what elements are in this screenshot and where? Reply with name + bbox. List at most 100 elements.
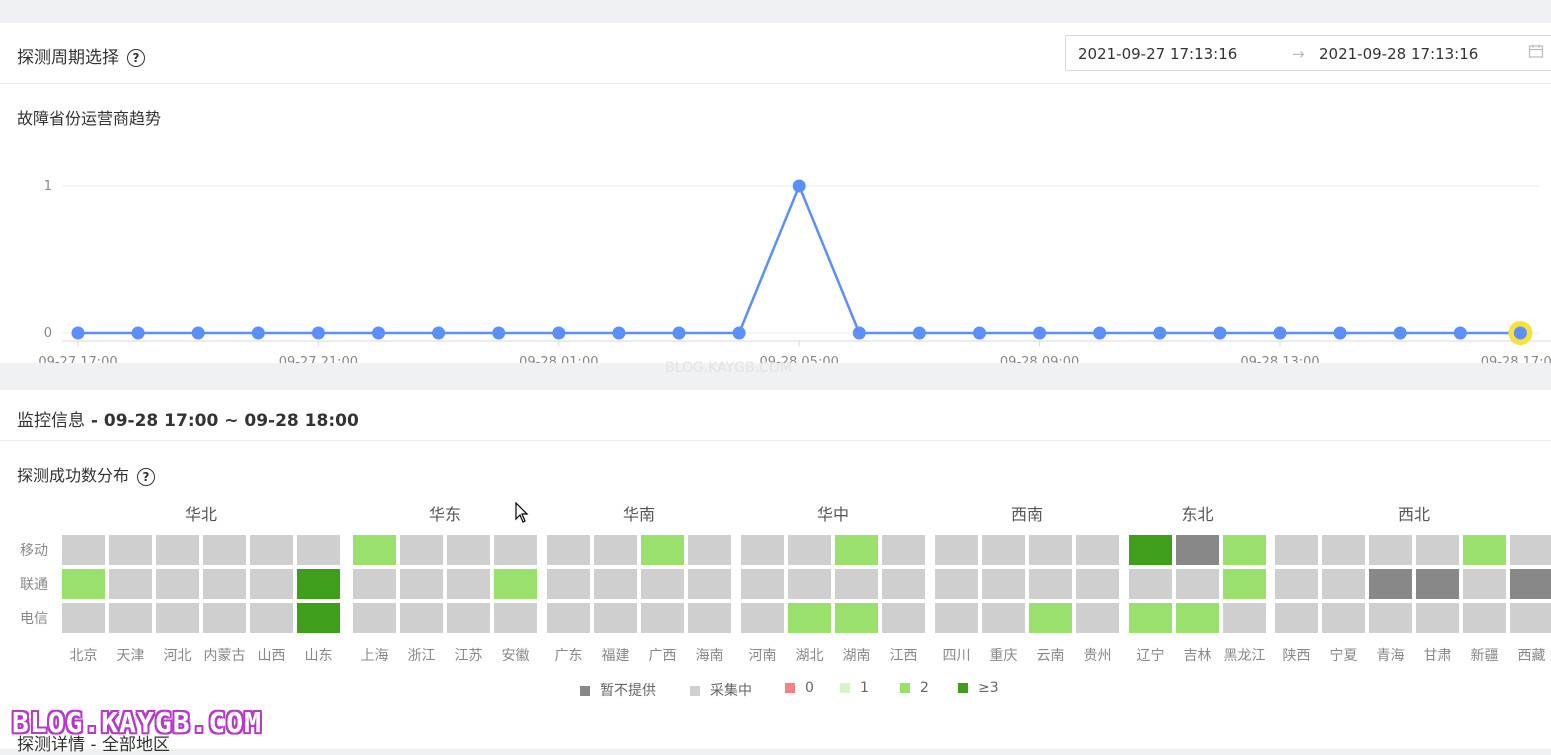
grid-cell[interactable] bbox=[62, 535, 105, 565]
grid-cell[interactable] bbox=[882, 535, 925, 565]
grid-cell[interactable] bbox=[641, 603, 684, 633]
grid-cell[interactable] bbox=[835, 603, 878, 633]
grid-cell[interactable] bbox=[835, 569, 878, 599]
grid-cell[interactable] bbox=[688, 569, 731, 599]
grid-cell[interactable] bbox=[688, 535, 731, 565]
legend-item[interactable]: 2 bbox=[900, 680, 929, 696]
grid-cell[interactable] bbox=[156, 603, 199, 633]
grid-cell[interactable] bbox=[400, 569, 443, 599]
data-point[interactable] bbox=[1454, 327, 1467, 340]
grid-cell[interactable] bbox=[1223, 603, 1266, 633]
data-point[interactable] bbox=[1093, 327, 1106, 340]
grid-cell[interactable] bbox=[788, 535, 831, 565]
grid-cell[interactable] bbox=[1416, 569, 1459, 599]
data-point[interactable] bbox=[252, 327, 265, 340]
data-point[interactable] bbox=[312, 327, 325, 340]
grid-cell[interactable] bbox=[1223, 569, 1266, 599]
data-point[interactable] bbox=[1153, 327, 1166, 340]
grid-cell[interactable] bbox=[1416, 603, 1459, 633]
grid-cell[interactable] bbox=[156, 535, 199, 565]
grid-cell[interactable] bbox=[400, 535, 443, 565]
grid-cell[interactable] bbox=[547, 569, 590, 599]
grid-cell[interactable] bbox=[741, 569, 784, 599]
grid-cell[interactable] bbox=[788, 569, 831, 599]
grid-cell[interactable] bbox=[882, 603, 925, 633]
data-point[interactable] bbox=[492, 327, 505, 340]
grid-cell[interactable] bbox=[1129, 535, 1172, 565]
grid-cell[interactable] bbox=[741, 535, 784, 565]
date-range-picker[interactable]: 2021-09-27 17:13:16 → 2021-09-28 17:13:1… bbox=[1065, 35, 1551, 71]
grid-cell[interactable] bbox=[741, 603, 784, 633]
data-point[interactable] bbox=[72, 327, 85, 340]
grid-cell[interactable] bbox=[935, 569, 978, 599]
data-point[interactable] bbox=[913, 327, 926, 340]
legend-item[interactable]: 采集中 bbox=[690, 680, 752, 700]
data-point[interactable] bbox=[1514, 327, 1527, 340]
data-point[interactable] bbox=[432, 327, 445, 340]
grid-cell[interactable] bbox=[594, 603, 637, 633]
data-point[interactable] bbox=[1033, 327, 1046, 340]
help-icon[interactable]: ? bbox=[127, 49, 145, 67]
grid-cell[interactable] bbox=[447, 535, 490, 565]
grid-cell[interactable] bbox=[62, 569, 105, 599]
data-point[interactable] bbox=[132, 327, 145, 340]
grid-cell[interactable] bbox=[1176, 569, 1219, 599]
data-point[interactable] bbox=[1274, 327, 1287, 340]
data-point[interactable] bbox=[552, 327, 565, 340]
grid-cell[interactable] bbox=[1322, 535, 1365, 565]
grid-cell[interactable] bbox=[1076, 603, 1119, 633]
grid-cell[interactable] bbox=[1076, 535, 1119, 565]
grid-cell[interactable] bbox=[1322, 569, 1365, 599]
data-point[interactable] bbox=[1334, 327, 1347, 340]
grid-cell[interactable] bbox=[1029, 535, 1072, 565]
grid-cell[interactable] bbox=[250, 603, 293, 633]
grid-cell[interactable] bbox=[1176, 535, 1219, 565]
grid-cell[interactable] bbox=[109, 603, 152, 633]
grid-cell[interactable] bbox=[935, 535, 978, 565]
grid-cell[interactable] bbox=[297, 535, 340, 565]
grid-cell[interactable] bbox=[1275, 535, 1318, 565]
grid-cell[interactable] bbox=[1076, 569, 1119, 599]
grid-cell[interactable] bbox=[203, 569, 246, 599]
grid-cell[interactable] bbox=[1510, 535, 1551, 565]
grid-cell[interactable] bbox=[494, 603, 537, 633]
data-point[interactable] bbox=[372, 327, 385, 340]
calendar-icon[interactable] bbox=[1528, 43, 1544, 63]
grid-cell[interactable] bbox=[1029, 603, 1072, 633]
grid-cell[interactable] bbox=[688, 603, 731, 633]
grid-cell[interactable] bbox=[1510, 603, 1551, 633]
legend-item[interactable]: 0 bbox=[785, 680, 814, 696]
grid-cell[interactable] bbox=[353, 603, 396, 633]
grid-cell[interactable] bbox=[835, 535, 878, 565]
grid-cell[interactable] bbox=[547, 603, 590, 633]
grid-cell[interactable] bbox=[1129, 603, 1172, 633]
grid-cell[interactable] bbox=[203, 535, 246, 565]
grid-cell[interactable] bbox=[1369, 535, 1412, 565]
grid-cell[interactable] bbox=[1463, 535, 1506, 565]
grid-cell[interactable] bbox=[447, 569, 490, 599]
data-point[interactable] bbox=[793, 180, 806, 193]
grid-cell[interactable] bbox=[982, 535, 1025, 565]
grid-cell[interactable] bbox=[1029, 569, 1072, 599]
grid-cell[interactable] bbox=[297, 569, 340, 599]
grid-cell[interactable] bbox=[447, 603, 490, 633]
grid-cell[interactable] bbox=[1176, 603, 1219, 633]
grid-cell[interactable] bbox=[156, 569, 199, 599]
grid-cell[interactable] bbox=[982, 569, 1025, 599]
grid-cell[interactable] bbox=[1275, 603, 1318, 633]
grid-cell[interactable] bbox=[62, 603, 105, 633]
grid-cell[interactable] bbox=[109, 569, 152, 599]
grid-cell[interactable] bbox=[594, 569, 637, 599]
grid-cell[interactable] bbox=[494, 535, 537, 565]
data-point[interactable] bbox=[673, 327, 686, 340]
data-point[interactable] bbox=[612, 327, 625, 340]
grid-cell[interactable] bbox=[1129, 569, 1172, 599]
legend-item[interactable]: 暂不提供 bbox=[580, 680, 656, 700]
grid-cell[interactable] bbox=[400, 603, 443, 633]
grid-cell[interactable] bbox=[109, 535, 152, 565]
grid-cell[interactable] bbox=[1369, 569, 1412, 599]
grid-cell[interactable] bbox=[788, 603, 831, 633]
grid-cell[interactable] bbox=[935, 603, 978, 633]
grid-cell[interactable] bbox=[1369, 603, 1412, 633]
grid-cell[interactable] bbox=[1463, 603, 1506, 633]
